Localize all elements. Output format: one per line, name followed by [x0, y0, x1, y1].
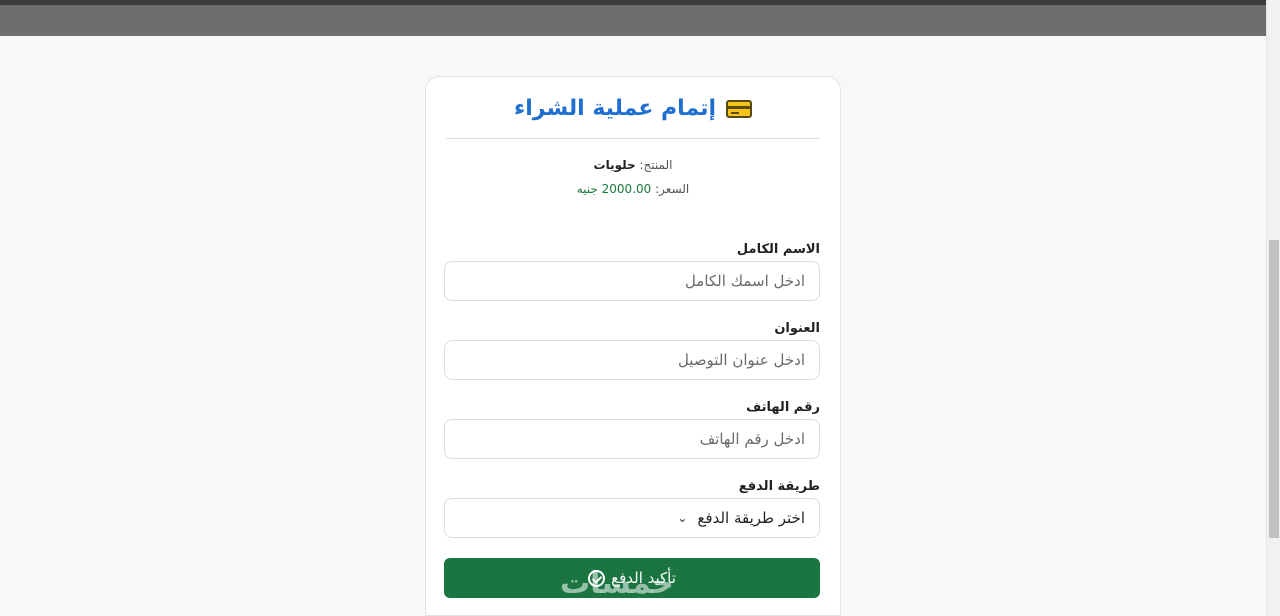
fullname-label: الاسم الكامل — [736, 242, 820, 257]
product-label: المنتج: — [639, 158, 673, 172]
fullname-placeholder: ادخل اسمك الكامل — [684, 272, 805, 290]
fullname-group: الاسم الكامل ادخل اسمك الكامل — [444, 239, 820, 301]
check-circle-icon — [588, 569, 606, 587]
payment-group: طريقة الدفع اختر طريقة الدفع ⌄ — [444, 476, 820, 538]
phone-label: رقم الهاتف — [746, 400, 820, 415]
address-placeholder: ادخل عنوان التوصيل — [677, 351, 805, 369]
product-value: حلويات — [593, 158, 636, 172]
price-label: السعر: — [655, 182, 690, 196]
product-line: المنتج: حلويات — [446, 153, 820, 177]
checkout-header: إتمام عملية الشراء — [446, 77, 820, 139]
fullname-input[interactable]: ادخل اسمك الكامل — [444, 261, 820, 301]
payment-label: طريقة الدفع — [738, 479, 820, 494]
address-label: العنوان — [774, 321, 820, 336]
phone-group: رقم الهاتف ادخل رقم الهاتف — [444, 397, 820, 459]
price-value: 2000.00 جنيه — [576, 182, 652, 196]
checkout-card: إتمام عملية الشراء المنتج: حلويات السعر:… — [425, 76, 841, 616]
confirm-payment-label: تأكيد الدفع — [611, 569, 676, 587]
phone-input[interactable]: ادخل رقم الهاتف — [444, 419, 820, 459]
page-title: إتمام عملية الشراء — [514, 96, 716, 121]
price-line: السعر: 2000.00 جنيه — [446, 177, 820, 201]
order-summary: المنتج: حلويات السعر: 2000.00 جنيه — [446, 139, 820, 201]
page-scrollbar[interactable] — [1266, 0, 1280, 616]
scrollbar-thumb[interactable] — [1269, 240, 1279, 538]
header-overlay-band — [0, 5, 1266, 36]
chevron-down-icon: ⌄ — [677, 511, 688, 525]
credit-card-icon — [726, 99, 752, 118]
payment-selected-value: اختر طريقة الدفع — [697, 509, 805, 527]
address-group: العنوان ادخل عنوان التوصيل — [444, 318, 820, 380]
payment-method-select[interactable]: اختر طريقة الدفع ⌄ — [444, 498, 820, 538]
confirm-payment-button[interactable]: تأكيد الدفع — [444, 558, 820, 598]
phone-placeholder: ادخل رقم الهاتف — [699, 430, 805, 448]
address-input[interactable]: ادخل عنوان التوصيل — [444, 340, 820, 380]
